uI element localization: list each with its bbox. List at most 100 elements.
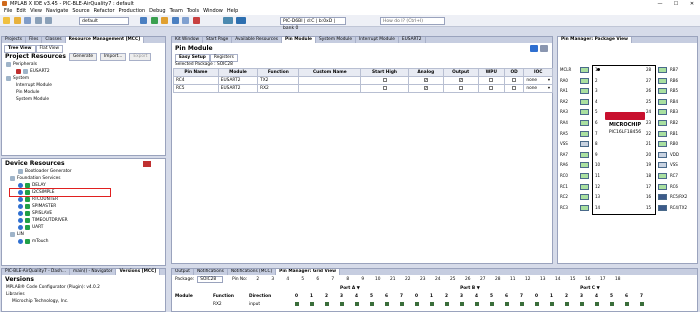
pin-lock-icon[interactable] xyxy=(609,302,614,306)
pin-box[interactable] xyxy=(658,162,667,169)
pin-box[interactable] xyxy=(580,109,589,116)
tab-navigator[interactable]: main() - Navigator xyxy=(70,269,117,275)
tab-pin-manager-grid[interactable]: Pin Manager: Grid View xyxy=(276,269,341,275)
tab-output[interactable]: Output xyxy=(172,269,194,275)
pin-lock-icon[interactable] xyxy=(444,302,449,306)
pin-box[interactable] xyxy=(658,77,667,84)
save-icon[interactable] xyxy=(24,17,32,24)
menu-navigate[interactable]: Navigate xyxy=(46,8,68,15)
tab-resource-management[interactable]: Resource Management [MCC] xyxy=(65,37,145,43)
mcc-debug-icon[interactable] xyxy=(236,17,247,24)
tree-item-mtouch[interactable]: mTouch xyxy=(10,238,165,245)
menu-help[interactable]: Help xyxy=(227,8,238,15)
tree-item-system-module[interactable]: System Module xyxy=(6,96,165,103)
column-header[interactable]: OD xyxy=(503,68,525,77)
column-header[interactable]: Function xyxy=(257,68,300,77)
help-icon[interactable] xyxy=(18,211,23,216)
add-icon[interactable] xyxy=(25,183,30,188)
add-icon[interactable] xyxy=(25,225,30,230)
pin-lock-icon[interactable] xyxy=(339,302,344,306)
column-header[interactable]: Custom Name xyxy=(298,68,362,77)
tree-item-i2csimple[interactable]: I2CSIMPLE xyxy=(9,188,111,197)
tab-kit-window[interactable]: Kit Window xyxy=(172,37,204,43)
tree-item-spimaster[interactable]: SPIMASTER xyxy=(10,203,165,210)
pin-lock-icon[interactable] xyxy=(549,302,554,306)
filter-icon[interactable] xyxy=(143,160,151,167)
version-item-libraries[interactable]: Libraries xyxy=(6,291,165,298)
tree-item-foundation-services[interactable]: Foundation Services xyxy=(10,175,165,182)
pin-lock-icon[interactable] xyxy=(534,302,539,306)
tree-item-rtcounter[interactable]: RTCOUNTER xyxy=(10,196,165,203)
help-icon[interactable] xyxy=(18,239,23,244)
pin-lock-icon[interactable] xyxy=(309,302,314,306)
add-icon[interactable] xyxy=(25,197,30,202)
help-icon[interactable] xyxy=(18,183,23,188)
column-header[interactable]: Pin Name xyxy=(173,68,219,77)
pin-lock-icon[interactable] xyxy=(504,302,509,306)
help-icon[interactable] xyxy=(530,45,538,52)
tab-tree-view[interactable]: Tree View xyxy=(4,44,36,53)
minimize-button[interactable]: — xyxy=(652,0,668,8)
close-button[interactable]: ✕ xyxy=(684,0,700,8)
menu-view[interactable]: View xyxy=(30,8,42,15)
help-icon[interactable] xyxy=(18,190,23,195)
column-header[interactable]: Start High xyxy=(360,68,409,77)
version-item-mcc[interactable]: MPLAB® Code Configurator (Plugin): v4.0.… xyxy=(6,284,165,291)
add-icon[interactable] xyxy=(25,190,30,195)
menu-debug[interactable]: Debug xyxy=(149,8,165,15)
package-select[interactable]: SOIC28 xyxy=(197,276,224,283)
pin-box[interactable] xyxy=(658,141,667,148)
pin-box[interactable] xyxy=(658,98,667,105)
analog-checkbox[interactable]: ✓ xyxy=(423,77,428,82)
start-high-checkbox[interactable] xyxy=(382,77,387,82)
pin-lock-icon[interactable] xyxy=(414,302,419,306)
help-icon[interactable] xyxy=(18,218,23,223)
pin-box[interactable] xyxy=(580,194,589,201)
tab-versions[interactable]: Versions [MCC] xyxy=(116,269,161,275)
add-icon[interactable] xyxy=(25,239,30,244)
pin-lock-icon[interactable] xyxy=(294,302,299,306)
table-row[interactable]: RC4 EUSART2 TX2 ✓ ✓ none ▾ xyxy=(173,76,553,85)
pin-lock-icon[interactable] xyxy=(399,302,404,306)
generate-button[interactable]: Generate xyxy=(68,52,98,61)
tree-item-pin-module[interactable]: Pin Module xyxy=(6,89,165,96)
tab-classes[interactable]: Classes xyxy=(42,37,66,43)
menu-tools[interactable]: Tools xyxy=(187,8,199,15)
pin-lock-icon[interactable] xyxy=(474,302,479,306)
run-icon[interactable] xyxy=(150,17,158,24)
output-checkbox[interactable] xyxy=(458,85,463,90)
menu-window[interactable]: Window xyxy=(203,8,223,15)
port-a-header[interactable]: Port A ▼ xyxy=(290,286,410,291)
pin-box[interactable] xyxy=(580,162,589,169)
menu-refactor[interactable]: Refactor xyxy=(94,8,115,15)
tree-item-eusart2[interactable]: EUSART2 xyxy=(6,68,165,75)
pin-box[interactable] xyxy=(580,183,589,190)
tree-item-system[interactable]: System xyxy=(6,75,165,82)
pin-lock-icon[interactable] xyxy=(489,302,494,306)
pin-lock-icon[interactable] xyxy=(354,302,359,306)
pin-box[interactable] xyxy=(658,183,667,190)
pin-box[interactable] xyxy=(658,130,667,137)
version-item-microchip[interactable]: Microchip Technology, Inc. xyxy=(6,298,165,305)
wpu-checkbox[interactable] xyxy=(489,85,494,90)
pin-lock-icon[interactable] xyxy=(594,302,599,306)
remove-icon[interactable] xyxy=(16,69,21,74)
custom-name-cell[interactable] xyxy=(298,76,362,85)
hold-reset-icon[interactable] xyxy=(192,17,200,24)
help-icon[interactable] xyxy=(18,204,23,209)
pin-box[interactable] xyxy=(580,141,589,148)
menu-production[interactable]: Production xyxy=(119,8,146,15)
pin-box[interactable] xyxy=(658,88,667,95)
tab-interrupt-module[interactable]: Interrupt Module xyxy=(356,37,399,43)
tab-system-module[interactable]: System Module xyxy=(316,37,356,43)
menu-source[interactable]: Source xyxy=(72,8,89,15)
pin-box[interactable] xyxy=(580,151,589,158)
custom-name-cell[interactable] xyxy=(298,84,362,93)
add-icon[interactable] xyxy=(25,218,30,223)
tree-item-spislave[interactable]: SPISLAVE xyxy=(10,210,165,217)
tree-item-uart[interactable]: UART xyxy=(10,224,165,231)
search-input[interactable]: How do I? (Ctrl+I) xyxy=(380,17,445,25)
tab-notifications-mcc[interactable]: Notifications [MCC] xyxy=(228,269,277,275)
help-icon[interactable] xyxy=(18,225,23,230)
pin-lock-icon[interactable] xyxy=(429,302,434,306)
